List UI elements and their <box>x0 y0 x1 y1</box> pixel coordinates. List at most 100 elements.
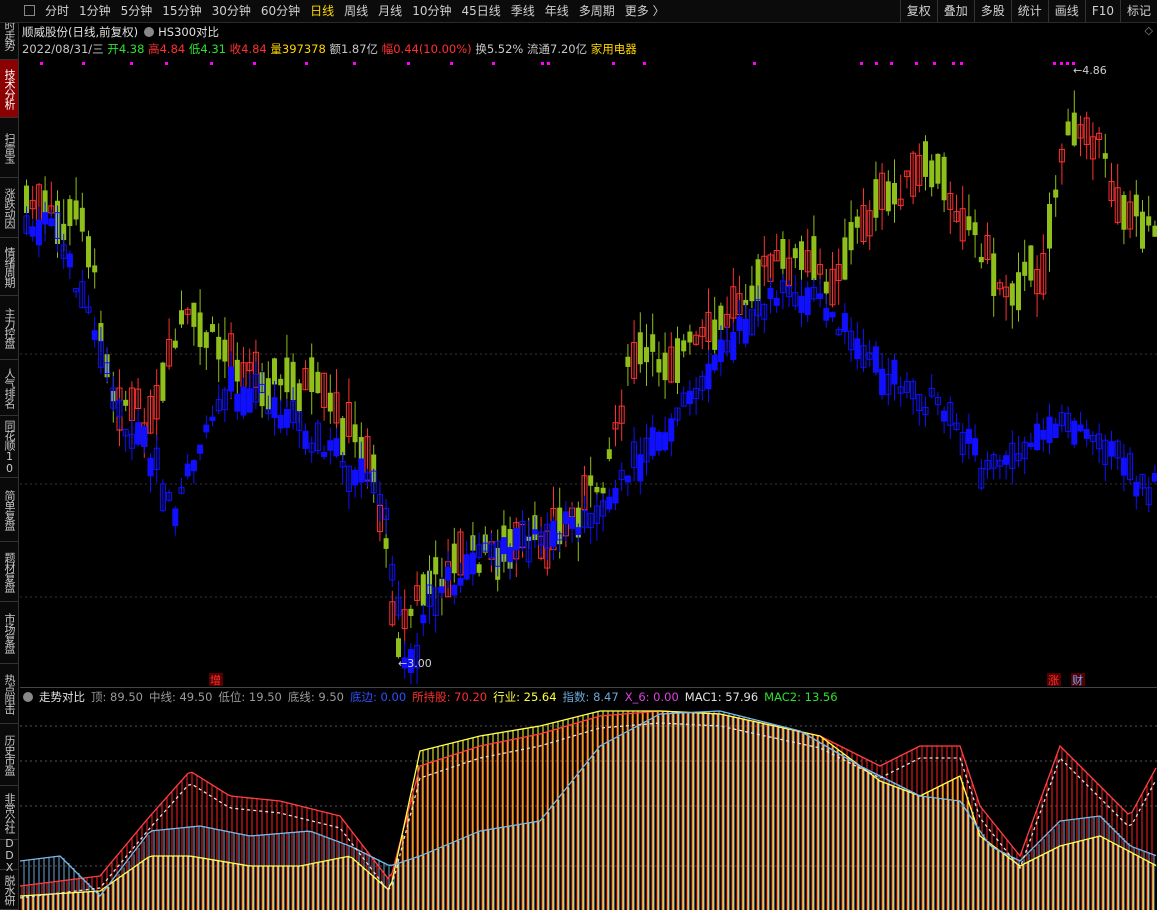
indicator-value-0: 顶: 89.50 <box>91 690 143 704</box>
tab-period-3[interactable]: 15分钟 <box>157 0 206 22</box>
tab-period-5[interactable]: 60分钟 <box>256 0 305 22</box>
event-dot-15 <box>753 62 756 65</box>
period-tabs: 分时 1分钟 5分钟 15分钟 30分钟 60分钟 日线 周线 月线 10分钟 45日线 季线 年线 多周… <box>40 0 670 22</box>
candle-body-91 <box>588 475 594 486</box>
sidebar-item-5[interactable]: 主力控盘 <box>0 296 18 360</box>
tab-period-8[interactable]: 月线 <box>373 0 407 22</box>
toolbar-button-0[interactable]: 复权 <box>899 0 937 22</box>
event-dot-9 <box>450 62 453 65</box>
compare-body-48 <box>321 452 328 458</box>
candle-body-60 <box>396 638 401 658</box>
candle-body-154 <box>978 256 984 263</box>
compare-body-140 <box>891 359 898 385</box>
event-dot-14 <box>643 62 646 65</box>
menu-icon[interactable] <box>24 5 35 16</box>
compare-body-163 <box>1034 423 1041 451</box>
candle-body-182 <box>1152 225 1157 237</box>
event-dot-4 <box>210 62 213 65</box>
sidebar-item-13[interactable]: 非常公社 <box>0 786 18 840</box>
tab-period-9[interactable]: 10分钟 <box>407 0 456 22</box>
candle-body-134 <box>854 216 860 228</box>
tab-period-6[interactable]: 日线 <box>305 0 339 22</box>
compare-body-72 <box>469 552 476 575</box>
sidebar-item-12[interactable]: 历史市盈 <box>0 724 18 786</box>
compare-body-171 <box>1083 429 1090 439</box>
compare-dropdown-icon[interactable] <box>144 27 155 37</box>
indicator-name[interactable]: 走势对比 <box>39 689 85 705</box>
tab-period-0[interactable]: 分时 <box>40 0 74 22</box>
candle-body-40 <box>272 358 277 385</box>
compare-body-153 <box>972 438 979 456</box>
tab-period-11[interactable]: 季线 <box>506 0 540 22</box>
compare-body-27 <box>190 460 197 472</box>
indicator-chart[interactable] <box>20 706 1157 910</box>
tab-period-12[interactable]: 年线 <box>540 0 574 22</box>
sidebar-item-9[interactable]: 题材复盘 <box>0 542 18 602</box>
candle-body-25 <box>179 310 184 325</box>
sidebar-item-6[interactable]: 人气排名 <box>0 360 18 416</box>
candle-body-129 <box>823 281 829 294</box>
sidebar-item-1[interactable]: 技术分析 <box>0 60 18 118</box>
sidebar-item-2[interactable]: 扫雷宝 <box>0 118 18 178</box>
sidebar-item-11[interactable]: 热点阻击 <box>0 664 18 724</box>
candle-body-168 <box>1065 121 1071 136</box>
candle-body-179 <box>1133 194 1139 217</box>
toolbar-button-4[interactable]: 画线 <box>1047 0 1085 22</box>
candle-body-100 <box>644 347 649 363</box>
tab-period-10[interactable]: 45日线 <box>456 0 505 22</box>
toolbar-button-5[interactable]: F10 <box>1084 0 1120 22</box>
candle-body-27 <box>191 302 197 327</box>
compare-body-169 <box>1071 420 1078 445</box>
tab-period-7[interactable]: 周线 <box>339 0 373 22</box>
high-label: 高 <box>148 42 160 56</box>
expand-icon[interactable]: ◇ <box>1145 24 1153 37</box>
change-value: 0.44(10.00%) <box>393 42 472 56</box>
compare-body-35 <box>240 386 247 416</box>
candlestick-chart[interactable]: ←4.86 ←3.00 增 涨财 <box>20 58 1157 688</box>
toolbar-button-3[interactable]: 统计 <box>1010 0 1048 22</box>
event-dot-2 <box>130 62 133 65</box>
sidebar-item-14[interactable]: DDX <box>0 837 18 873</box>
candle-body-162 <box>1028 245 1034 281</box>
sidebar-item-4[interactable]: 情绪周期 <box>0 238 18 296</box>
toolbar-button-2[interactable]: 多股 <box>973 0 1011 22</box>
toolbar-button-1[interactable]: 叠加 <box>936 0 974 22</box>
sidebar-item-3[interactable]: 涨跌动因 <box>0 178 18 238</box>
compare-body-148 <box>941 410 948 422</box>
event-dot-17 <box>875 62 878 65</box>
sidebar-item-10[interactable]: 市场复盘 <box>0 602 18 664</box>
compare-label[interactable]: HS300对比 <box>158 24 219 40</box>
sidebar-item-7[interactable]: 同花顺10 <box>0 416 18 478</box>
amount-label: 额 <box>329 42 341 56</box>
compare-body-115 <box>736 316 743 331</box>
indicator-value-6: 行业: 25.64 <box>493 690 557 704</box>
sidebar-item-15[interactable]: 脱水研 <box>0 870 18 910</box>
compare-body-182 <box>1151 472 1157 482</box>
indicator-value-9: MAC1: 57.96 <box>684 690 759 704</box>
stock-name: 顺威股份(日线,前复权) <box>22 25 139 39</box>
candle-body-177 <box>1121 195 1127 230</box>
industry-label[interactable]: 家用电器 <box>591 42 637 56</box>
compare-body-126 <box>804 287 811 316</box>
candle-body-94 <box>606 449 612 460</box>
tab-period-14[interactable]: 更多 〉 <box>620 0 670 22</box>
compare-body-41 <box>277 414 284 429</box>
tab-period-1[interactable]: 1分钟 <box>74 0 116 22</box>
toolbar-button-6[interactable]: 标记 <box>1119 0 1157 22</box>
indicator-dropdown-icon[interactable] <box>23 692 33 702</box>
candle-body-106 <box>681 340 687 352</box>
compare-body-132 <box>841 313 848 332</box>
compare-body-116 <box>742 318 749 344</box>
sidebar-item-8[interactable]: 简单复盘 <box>0 478 18 542</box>
event-dot-18 <box>890 62 893 65</box>
compare-body-54 <box>358 458 365 483</box>
event-dot-19 <box>915 62 918 65</box>
tab-period-4[interactable]: 30分钟 <box>207 0 256 22</box>
tab-period-13[interactable]: 多周期 <box>574 0 620 22</box>
compare-body-158 <box>1003 455 1010 465</box>
tab-period-2[interactable]: 5分钟 <box>116 0 158 22</box>
open-label: 开 <box>107 42 119 56</box>
candle-body-22 <box>160 362 166 401</box>
candle-body-133 <box>848 222 854 251</box>
candle-body-146 <box>929 160 935 188</box>
